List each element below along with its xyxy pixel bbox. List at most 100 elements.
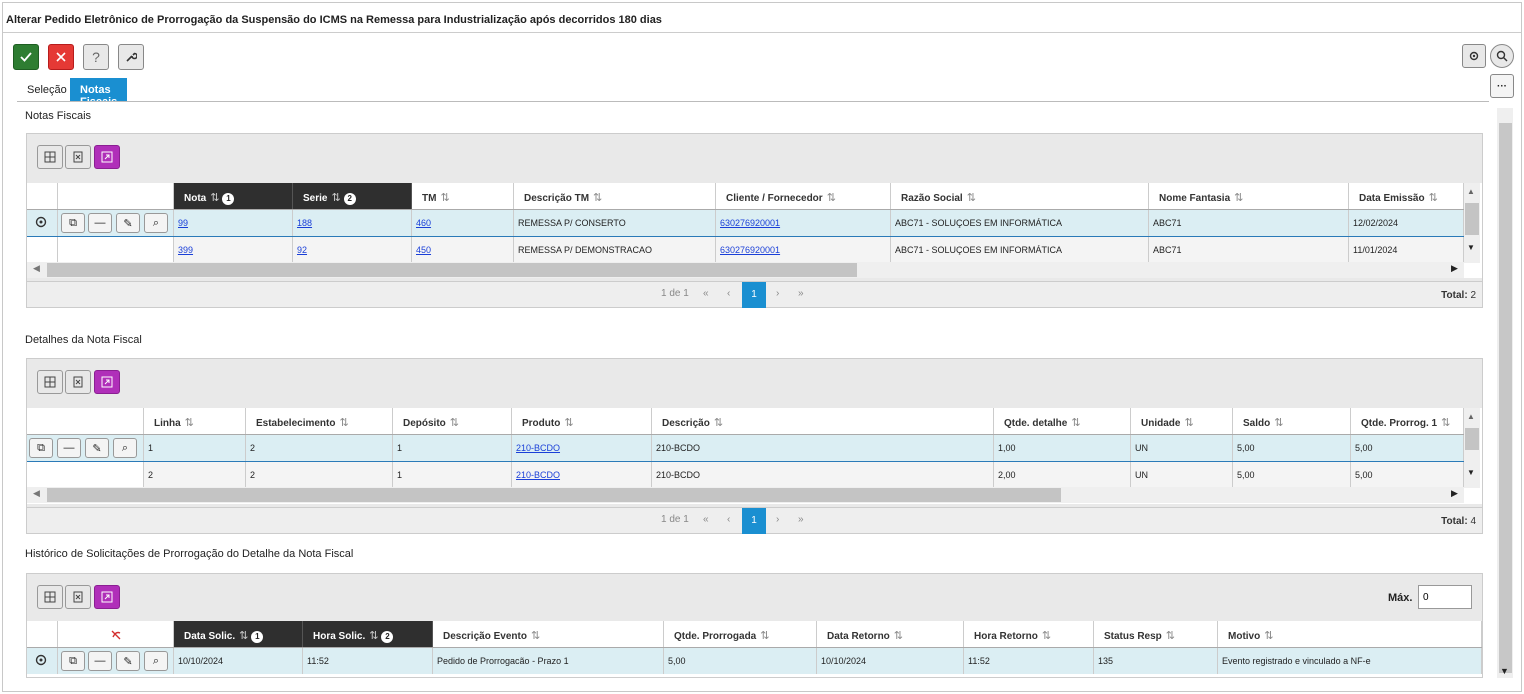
confirm-button[interactable] [13, 44, 39, 70]
table-row[interactable]: 2 2 1 210-BCDO 210-BCDO 2,00 UN 5,00 5,0… [27, 462, 1464, 488]
remove-button[interactable]: — [88, 651, 112, 671]
grid-vertical-scrollbar[interactable]: ▲ ▼ [1464, 183, 1480, 263]
col-estabelecimento[interactable]: Estabelecimento ⇅ [246, 408, 393, 434]
max-input[interactable] [1418, 585, 1472, 609]
expand-button[interactable] [94, 370, 120, 394]
cell-qtde: 1,00 [994, 435, 1131, 461]
search-button[interactable] [1490, 44, 1514, 68]
export-excel-button[interactable] [65, 145, 91, 169]
cell-prorrog: 5,00 [1351, 462, 1464, 488]
edit-button[interactable]: ✎ [116, 213, 140, 233]
pager-next[interactable]: › [776, 514, 779, 525]
ellipsis-icon: ··· [1497, 80, 1507, 92]
col-nota[interactable]: Nota ⇅ 1 [174, 183, 293, 209]
col-data-retorno[interactable]: Data Retorno ⇅ [817, 621, 964, 647]
serie-link: 92 [297, 245, 308, 255]
table-row[interactable]: ⧉ — ✎ ⌕ 10/10/2024 11:52 Pedido de Prorr… [27, 648, 1482, 674]
table-row[interactable]: ⧉ — ✎ ⌕ 99 188 460 REMESSA P/ CONSERTO 6… [27, 210, 1464, 236]
grid-vertical-scrollbar[interactable]: ▲ ▼ [1464, 408, 1480, 488]
col-linha[interactable]: Linha ⇅ [144, 408, 246, 434]
cliente-link: 630276920001 [720, 245, 781, 255]
col-produto[interactable]: Produto ⇅ [512, 408, 652, 434]
copy-button[interactable]: ⧉ [61, 651, 85, 671]
col-qtde-prorrog[interactable]: Qtde. Prorrog. 1 ⇅ [1351, 408, 1464, 434]
pager-last[interactable]: » [798, 288, 804, 299]
export-excel-button[interactable] [65, 370, 91, 394]
search-icon: ⌕ [152, 654, 160, 667]
pager-page[interactable]: 1 [742, 508, 766, 534]
pager-page[interactable]: 1 [742, 282, 766, 308]
col-unidade[interactable]: Unidade ⇅ [1131, 408, 1233, 434]
col-data-emissao[interactable]: Data Emissão ⇅ [1349, 183, 1464, 209]
settings-button[interactable] [1462, 44, 1486, 68]
tm-link: 460 [416, 218, 432, 228]
col-qtde-prorrogada[interactable]: Qtde. Prorrogada ⇅ [664, 621, 817, 647]
remove-button[interactable]: — [57, 438, 81, 458]
col-cliente[interactable]: Cliente / Fornecedor ⇅ [716, 183, 891, 209]
tab-selecao[interactable]: Seleção [19, 78, 75, 101]
page-scroll-down-icon[interactable]: ▼ [1500, 666, 1509, 676]
col-razao-social[interactable]: Razão Social ⇅ [891, 183, 1149, 209]
help-button[interactable]: ? [83, 44, 109, 70]
col-saldo[interactable]: Saldo ⇅ [1233, 408, 1351, 434]
horizontal-scrollbar[interactable]: ◀ ▶ [27, 262, 1464, 278]
col-data-solic[interactable]: Data Solic. ⇅ 1 [174, 621, 303, 647]
grid-layout-button[interactable] [37, 585, 63, 609]
col-tm[interactable]: TM ⇅ [412, 183, 514, 209]
tab-notas-fiscais[interactable]: Notas Fiscais [70, 78, 128, 108]
col-nome-fantasia[interactable]: Nome Fantasia ⇅ [1149, 183, 1349, 209]
col-motivo[interactable]: Motivo ⇅ [1218, 621, 1482, 647]
more-options-button[interactable]: ··· [1490, 74, 1514, 98]
col-qtde-detalhe[interactable]: Qtde. detalhe ⇅ [994, 408, 1131, 434]
cell-estab: 2 [246, 462, 393, 488]
row-settings[interactable] [27, 648, 58, 674]
pager-first[interactable]: « [703, 288, 709, 299]
nota-link: 99 [178, 218, 189, 228]
horizontal-scrollbar[interactable]: ◀ ▶ [27, 487, 1464, 503]
pager-prev[interactable]: ‹ [727, 514, 730, 525]
export-excel-button[interactable] [65, 585, 91, 609]
pager-last[interactable]: » [798, 514, 804, 525]
copy-button[interactable]: ⧉ [29, 438, 53, 458]
col-descricao-evento[interactable]: Descrição Evento ⇅ [433, 621, 664, 647]
copy-icon: ⧉ [69, 654, 77, 667]
grid-icon [44, 591, 56, 603]
grid-layout-button[interactable] [37, 145, 63, 169]
wrench-icon [126, 52, 137, 62]
edit-button[interactable]: ✎ [116, 651, 140, 671]
horizontal-scroll-thumb[interactable] [47, 488, 1061, 502]
col-status-resp[interactable]: Status Resp ⇅ [1094, 621, 1218, 647]
copy-button[interactable]: ⧉ [61, 213, 85, 233]
col-deposito[interactable]: Depósito ⇅ [393, 408, 512, 434]
cliente-link: 630276920001 [720, 218, 781, 228]
grid-layout-button[interactable] [37, 370, 63, 394]
pager-prev[interactable]: ‹ [727, 288, 730, 299]
pager-next[interactable]: › [776, 288, 779, 299]
gear-icon [1469, 51, 1479, 61]
view-button[interactable]: ⌕ [144, 651, 168, 671]
edit-button[interactable]: ✎ [85, 438, 109, 458]
row-settings[interactable] [27, 210, 58, 236]
expand-button[interactable] [94, 585, 120, 609]
table-row[interactable]: 399 92 450 REMESSA P/ DEMONSTRACAO 63027… [27, 237, 1464, 263]
view-button[interactable]: ⌕ [113, 438, 137, 458]
col-settings-header [27, 183, 58, 209]
cell-razao: ABC71 - SOLUÇOES EM INFORMÁTICA [891, 237, 1149, 263]
table-row[interactable]: ⧉ — ✎ ⌕ 1 2 1 210-BCDO 210-BCDO 1,00 UN … [27, 435, 1464, 461]
col-hora-solic[interactable]: Hora Solic. ⇅ 2 [303, 621, 433, 647]
page-scroll-thumb[interactable] [1499, 123, 1512, 673]
remove-button[interactable]: — [88, 213, 112, 233]
col-descricao[interactable]: Descrição ⇅ [652, 408, 994, 434]
expand-button[interactable] [94, 145, 120, 169]
col-serie[interactable]: Serie ⇅ 2 [293, 183, 412, 209]
cell-data-solic: 10/10/2024 [174, 648, 303, 674]
horizontal-scroll-thumb[interactable] [47, 263, 857, 277]
view-button[interactable]: ⌕ [144, 213, 168, 233]
col-hora-retorno[interactable]: Hora Retorno ⇅ [964, 621, 1094, 647]
pager-first[interactable]: « [703, 514, 709, 525]
cancel-button[interactable] [48, 44, 74, 70]
tools-button[interactable] [118, 44, 144, 70]
max-label: Máx. [1388, 592, 1413, 604]
pager-info: 1 de 1 [661, 288, 689, 299]
col-descricao-tm[interactable]: Descrição TM ⇅ [514, 183, 716, 209]
